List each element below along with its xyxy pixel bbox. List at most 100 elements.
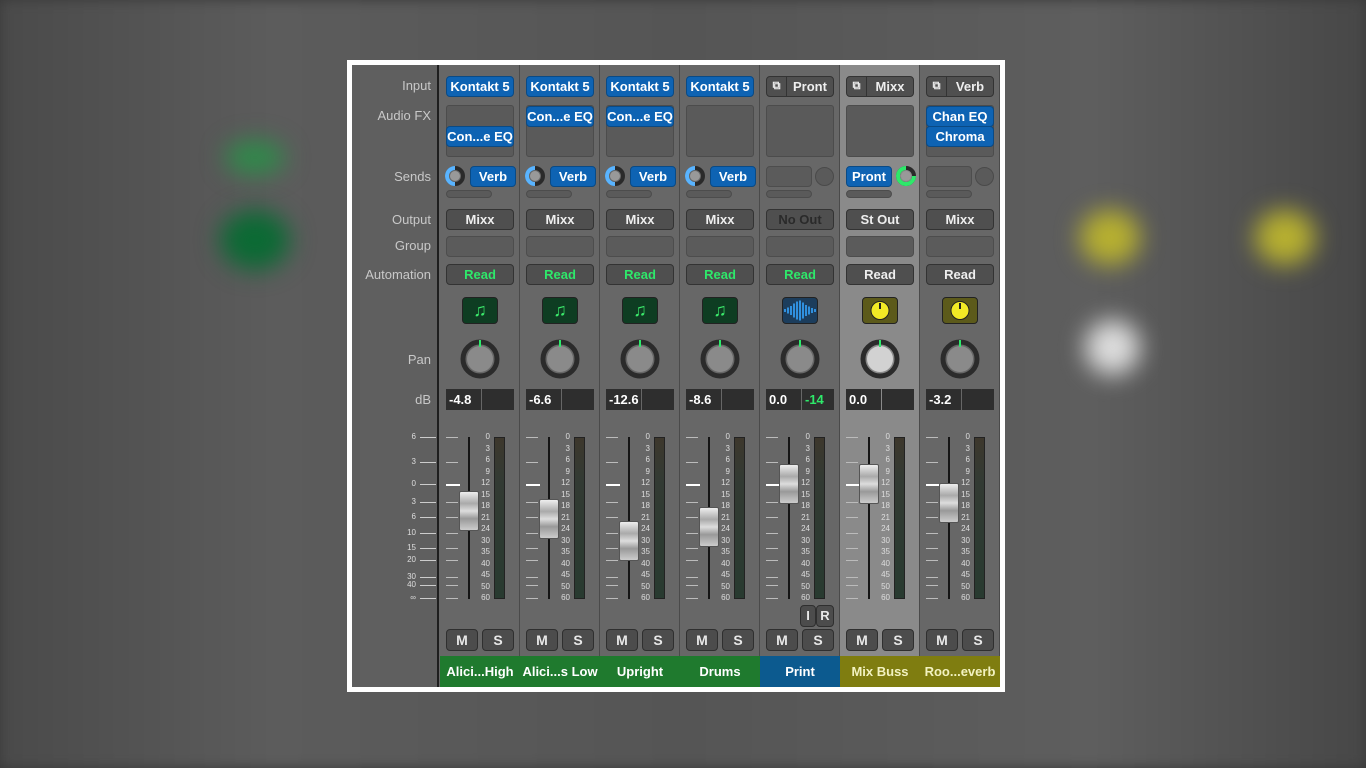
pan-knob[interactable] [620,339,660,379]
group-slot[interactable] [766,236,834,257]
automation-mode[interactable]: Read [766,264,834,285]
channel-name[interactable]: Upright [600,656,680,687]
mute-button[interactable]: M [526,629,558,651]
pan-knob[interactable] [460,339,500,379]
mute-button[interactable]: M [766,629,798,651]
output-slot[interactable]: No Out [766,209,834,230]
output-slot[interactable]: St Out [846,209,914,230]
solo-button[interactable]: S [642,629,674,651]
solo-button[interactable]: S [882,629,914,651]
send-slot[interactable]: Pront [846,166,892,187]
pan-knob[interactable] [780,339,820,379]
input-slot[interactable]: ⧉ Mixx [846,76,914,97]
channel-icon-box[interactable]: ♫ [622,297,658,324]
channel-icon-box[interactable]: ♫ [462,297,498,324]
input-slot[interactable]: Kontakt 5 [446,76,514,97]
record-enable-button[interactable]: R [816,605,834,627]
volume-readout[interactable]: 0.0 [846,389,881,410]
send-level-knob[interactable] [895,165,917,187]
automation-mode[interactable]: Read [926,264,994,285]
mute-button[interactable]: M [606,629,638,651]
input-slot[interactable]: Kontakt 5 [526,76,594,97]
channel-icon-box[interactable] [942,297,978,324]
pan-knob[interactable] [700,339,740,379]
mute-button[interactable]: M [926,629,958,651]
automation-mode[interactable]: Read [526,264,594,285]
channel-icon-box[interactable] [862,297,898,324]
send-slot[interactable]: Verb [470,166,516,187]
peak-readout[interactable]: -14 [802,389,834,410]
send-level-knob-empty[interactable] [975,167,994,186]
channel-name[interactable]: Alici...s Low [520,656,600,687]
mute-button[interactable]: M [846,629,878,651]
group-slot[interactable] [526,236,594,257]
audio-fx-area[interactable] [686,105,754,157]
group-slot[interactable] [846,236,914,257]
group-slot[interactable] [606,236,674,257]
send-slot-empty[interactable] [766,166,812,187]
audio-fx-area[interactable] [846,105,914,157]
channel-name[interactable]: Mix Buss [840,656,920,687]
send-level-knob-empty[interactable] [815,167,834,186]
send-slot[interactable]: Verb [710,166,756,187]
group-slot[interactable] [686,236,754,257]
pan-knob[interactable] [860,339,900,379]
solo-button[interactable]: S [962,629,994,651]
output-slot[interactable]: Mixx [686,209,754,230]
automation-mode[interactable]: Read [686,264,754,285]
solo-button[interactable]: S [722,629,754,651]
pan-knob[interactable] [540,339,580,379]
channel-name[interactable]: Roo...everb [920,656,1000,687]
group-slot[interactable] [446,236,514,257]
peak-readout[interactable] [962,389,994,410]
peak-readout[interactable] [482,389,514,410]
audio-fx-slot[interactable]: Con...e EQ [526,106,594,127]
volume-readout[interactable]: -4.8 [446,389,481,410]
mute-button[interactable]: M [686,629,718,651]
channel-strip[interactable]: Kontakt 5 Con...e EQ Verb Mixx Read ♫ -6.6 0 3 6 9… [520,65,600,687]
volume-readout[interactable]: 0.0 [766,389,801,410]
input-slot[interactable]: Kontakt 5 [606,76,674,97]
solo-button[interactable]: S [482,629,514,651]
output-slot[interactable]: Mixx [446,209,514,230]
solo-button[interactable]: S [802,629,834,651]
audio-fx-slot[interactable]: Chroma [926,126,994,147]
input-slot[interactable]: ⧉ Pront [766,76,834,97]
group-slot[interactable] [926,236,994,257]
channel-strip[interactable]: Kontakt 5 Con...e EQ Verb Mixx Read ♫ -12.6 0 3 6… [600,65,680,687]
automation-mode[interactable]: Read [846,264,914,285]
peak-readout[interactable] [882,389,914,410]
send-level-knob[interactable] [524,165,546,187]
output-slot[interactable]: Mixx [926,209,994,230]
automation-mode[interactable]: Read [446,264,514,285]
channel-icon-box[interactable]: ♫ [702,297,738,324]
audio-fx-slot[interactable]: Con...e EQ [446,126,514,147]
solo-button[interactable]: S [562,629,594,651]
send-level-knob[interactable] [444,165,466,187]
volume-readout[interactable]: -12.6 [606,389,641,410]
channel-name[interactable]: Alici...High [440,656,520,687]
send-slot-empty[interactable] [926,166,972,187]
channel-strip[interactable]: ⧉ Pront No Out Read 0.0 -14 0 3 6 9 12 15 18 21 24 30 35… [760,65,840,687]
send-slot[interactable]: Verb [630,166,676,187]
channel-strip[interactable]: ⧉ Mixx Pront St Out Read 0.0 0 3 6 9 12 15 18 21 24 30 3… [840,65,920,687]
peak-readout[interactable] [722,389,754,410]
volume-readout[interactable]: -3.2 [926,389,961,410]
volume-readout[interactable]: -6.6 [526,389,561,410]
peak-readout[interactable] [642,389,674,410]
pan-knob[interactable] [940,339,980,379]
channel-icon-box[interactable]: ♫ [542,297,578,324]
output-slot[interactable]: Mixx [606,209,674,230]
channel-strip[interactable]: ⧉ Verb Chan EQ Chroma Mixx Read -3.2 0 3 6 9 12 15 18… [920,65,1000,687]
input-slot[interactable]: ⧉ Verb [926,76,994,97]
channel-name[interactable]: Print [760,656,840,687]
peak-readout[interactable] [562,389,594,410]
mute-button[interactable]: M [446,629,478,651]
output-slot[interactable]: Mixx [526,209,594,230]
input-monitor-button[interactable]: I [800,605,816,627]
audio-fx-slot[interactable]: Con...e EQ [606,106,674,127]
channel-icon-box[interactable] [782,297,818,324]
channel-name[interactable]: Drums [680,656,760,687]
volume-readout[interactable]: -8.6 [686,389,721,410]
audio-fx-area[interactable] [766,105,834,157]
